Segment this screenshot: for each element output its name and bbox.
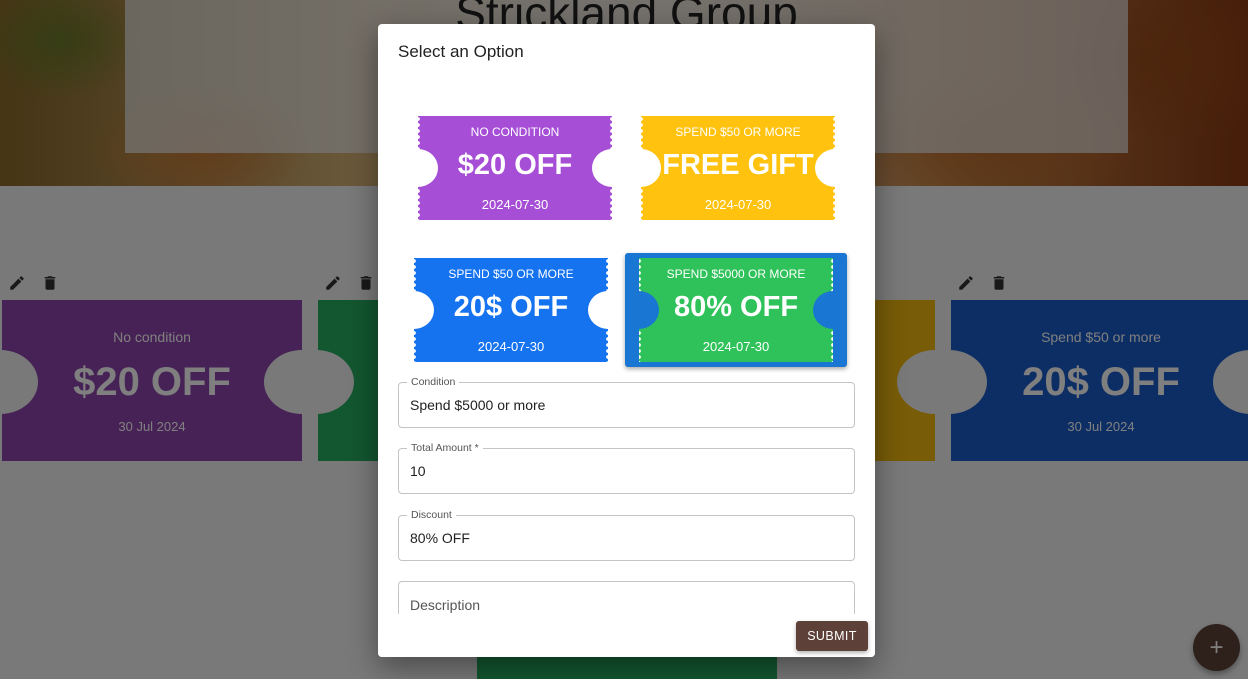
total-amount-input[interactable]: 10 [410, 463, 830, 479]
select-option-dialog: Select an Option NO CONDITION $20 OFF 20… [378, 24, 875, 657]
total-amount-label: Total Amount * [407, 442, 483, 454]
discount-field[interactable]: Discount 80% OFF [398, 509, 855, 561]
coupon-option[interactable]: SPEND $50 OR MORE 20$ OFF 2024-07-30 [414, 258, 608, 362]
condition-input[interactable]: Spend $5000 or more [410, 397, 830, 413]
option-discount: $20 OFF [457, 149, 573, 181]
option-date: 2024-07-30 [481, 197, 549, 212]
option-date: 2024-07-30 [704, 197, 772, 212]
discount-input[interactable]: 80% OFF [410, 530, 830, 546]
discount-label: Discount [407, 509, 456, 521]
option-date: 2024-07-30 [477, 339, 545, 354]
coupon-option[interactable]: SPEND $50 OR MORE FREE GIFT 2024-07-30 [641, 116, 835, 220]
description-input[interactable]: Description [410, 597, 480, 613]
dialog-title: Select an Option [398, 42, 524, 61]
submit-button[interactable]: SUBMIT [796, 621, 868, 651]
option-discount: 20$ OFF [453, 291, 569, 323]
option-condition: SPEND $50 OR MORE [448, 267, 574, 281]
option-discount: 80% OFF [673, 291, 799, 323]
option-date: 2024-07-30 [702, 339, 770, 354]
option-discount: FREE GIFT [662, 149, 814, 181]
option-condition: NO CONDITION [470, 125, 560, 139]
condition-label: Condition [407, 376, 460, 388]
option-condition: SPEND $5000 OR MORE [666, 267, 806, 281]
coupon-option-selected[interactable]: SPEND $5000 OR MORE 80% OFF 2024-07-30 [639, 258, 833, 362]
option-condition: SPEND $50 OR MORE [675, 125, 801, 139]
condition-field[interactable]: Condition Spend $5000 or more [398, 376, 855, 428]
coupon-option[interactable]: NO CONDITION $20 OFF 2024-07-30 [418, 116, 612, 220]
total-amount-field[interactable]: Total Amount * 10 [398, 442, 855, 494]
